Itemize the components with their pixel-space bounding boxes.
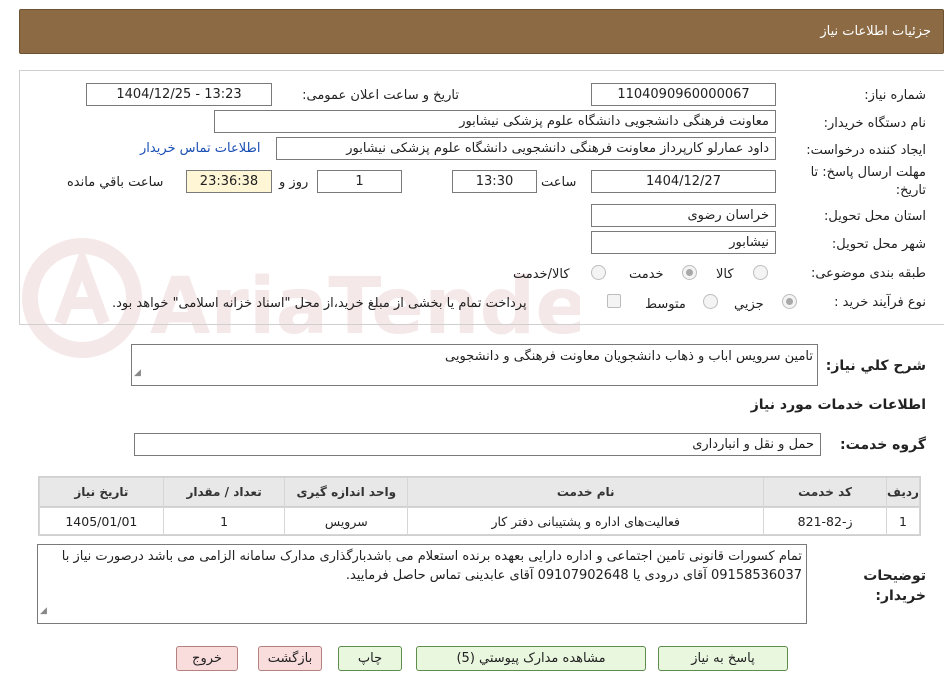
remaining-time-field: 23:36:38 [186, 170, 272, 193]
buyer-org-label: نام دستگاه خریدار: [823, 116, 926, 131]
print-button[interactable]: چاپ [338, 646, 402, 671]
days-field: 1 [317, 170, 402, 193]
resize-handle-icon[interactable]: ◢ [134, 364, 141, 383]
cell-unit: سرویس [285, 508, 408, 534]
category-goods-radio[interactable] [753, 265, 768, 280]
page-title: جزئیات اطلاعات نیاز [820, 24, 931, 39]
treasury-payment-note: پرداخت تمام یا بخشی از مبلغ خرید،از محل … [112, 296, 527, 311]
services-table: ردیف کد خدمت نام خدمت واحد اندازه گیری ت… [38, 476, 921, 536]
col-header-need-date: تاریخ نیاز [40, 478, 163, 507]
col-header-quantity: تعداد / مقدار [163, 478, 285, 507]
service-group-field: حمل و نقل و انبارداری [134, 433, 821, 456]
requester-label: ایجاد کننده درخواست: [806, 143, 926, 158]
services-section-title: اطلاعات خدمات مورد نیاز [750, 397, 926, 413]
category-goods-service-label: کالا/خدمت [513, 267, 570, 282]
category-goods-service-radio[interactable] [591, 265, 606, 280]
requester-field: داود عمارلو کارپرداز معاونت فرهنگی دانشج… [276, 137, 776, 160]
category-service-label: خدمت [629, 267, 664, 282]
buyer-notes-textarea[interactable]: تمام کسورات قانونی تامین اجتماعی و اداره… [37, 544, 807, 624]
need-number-field: 1104090960000067 [591, 83, 776, 106]
process-minor-label: جزيي [734, 297, 764, 312]
category-label: طبقه بندی موضوعی: [810, 266, 926, 281]
announce-date-field: 1404/12/25 - 13:23 [86, 83, 272, 106]
deadline-label: مهلت ارسال پاسخ: تا تاریخ: [810, 165, 926, 198]
city-field: نیشابور [591, 231, 776, 254]
reply-button[interactable]: پاسخ به نیاز [658, 646, 788, 671]
remaining-time-label: ساعت باقي مانده [67, 175, 164, 190]
buyer-org-field: معاونت فرهنگی دانشجویی دانشگاه علوم پزشک… [214, 110, 776, 133]
process-medium-label: متوسط [645, 297, 686, 312]
deadline-time-label: ساعت [541, 175, 577, 190]
col-header-unit: واحد اندازه گیری [285, 478, 408, 507]
resize-handle-icon[interactable]: ◢ [40, 602, 47, 621]
description-text: تامین سرویس اباب و ذهاب دانشجویان معاونت… [445, 349, 813, 364]
col-header-service-name: نام خدمت [408, 478, 764, 507]
category-goods-label: کالا [716, 267, 734, 282]
days-label: روز و [279, 175, 309, 190]
deadline-time-field: 13:30 [452, 170, 537, 193]
deadline-date-field: 1404/12/27 [591, 170, 776, 193]
buyer-notes-label: توضیحات خریدار: [863, 568, 926, 604]
city-label: شهر محل تحویل: [831, 237, 926, 252]
process-label: نوع فرآیند خرید : [834, 295, 926, 310]
cell-service-name: فعالیت‌های اداره و پشتیبانی دفتر کار [408, 508, 764, 534]
buyer-notes-text: تمام کسورات قانونی تامین اجتماعی و اداره… [61, 549, 802, 583]
back-button[interactable]: بازگشت [258, 646, 322, 671]
province-label: استان محل تحویل: [824, 209, 926, 224]
cell-row-number: 1 [886, 508, 919, 534]
description-textarea[interactable]: تامین سرویس اباب و ذهاب دانشجویان معاونت… [131, 344, 818, 386]
col-header-service-code: کد خدمت [764, 478, 886, 507]
exit-button[interactable]: خروج [176, 646, 238, 671]
cell-need-date: 1405/01/01 [40, 508, 163, 534]
view-attachments-button[interactable]: مشاهده مدارک پیوستي (5) [416, 646, 646, 671]
cell-quantity: 1 [163, 508, 285, 534]
cell-service-code: ز-82-821 [764, 508, 886, 534]
buyer-contact-link[interactable]: اطلاعات تماس خریدار [140, 141, 260, 156]
announce-label: تاریخ و ساعت اعلان عمومی: [302, 88, 459, 103]
province-field: خراسان رضوی [591, 204, 776, 227]
process-medium-radio[interactable] [703, 294, 718, 309]
need-number-label: شماره نیاز: [864, 88, 926, 103]
description-label: شرح کلي نياز: [825, 358, 926, 374]
page-header: جزئیات اطلاعات نیاز [19, 9, 944, 54]
service-group-label: گروه خدمت: [840, 437, 926, 453]
col-header-row-number: ردیف [886, 478, 919, 507]
treasury-payment-checkbox[interactable] [607, 294, 621, 308]
process-minor-radio[interactable] [782, 294, 797, 309]
table-row: 1 ز-82-821 فعالیت‌های اداره و پشتیبانی د… [40, 508, 919, 534]
category-service-radio[interactable] [682, 265, 697, 280]
table-header-row: ردیف کد خدمت نام خدمت واحد اندازه گیری ت… [40, 478, 919, 507]
